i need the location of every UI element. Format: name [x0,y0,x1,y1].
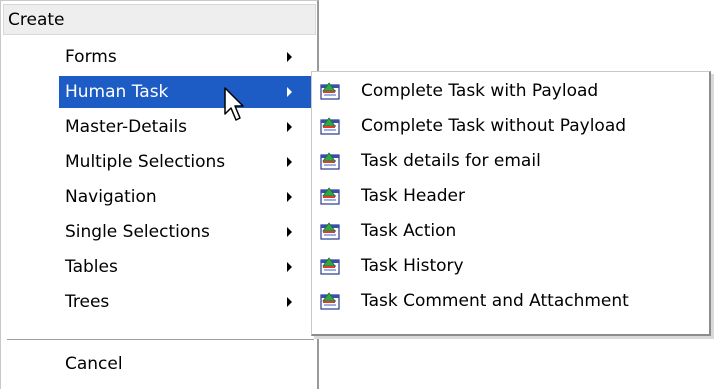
submenu-item-task-header[interactable]: Task Header [314,179,706,214]
menu-item-forms[interactable]: Forms [3,40,316,74]
menu-item-label: Cancel [65,354,123,374]
task-form-icon [320,82,340,100]
submenu-item-task-action[interactable]: Task Action [314,214,706,249]
task-form-icon [320,222,340,240]
submenu-item-label: Task details for email [361,151,541,171]
task-form-icon [320,257,340,275]
submenu-item-label: Complete Task without Payload [361,116,627,136]
human-task-submenu: Complete Task with Payload Complete Task… [311,71,711,336]
menu-item-human-task[interactable]: Human Task [3,75,316,109]
menu-header-label: Create [8,10,65,30]
menu-item-label: Human Task [65,82,169,102]
menu-item-label: Navigation [65,187,157,207]
menu-item-tables[interactable]: Tables [3,250,316,284]
menu-item-single-selections[interactable]: Single Selections [3,215,316,249]
submenu-item-label: Task Action [361,221,457,241]
menu-item-label: Master-Details [65,117,188,137]
submenu-arrow-icon [287,262,292,272]
menu-item-label: Single Selections [65,222,210,242]
menu-header: Create [3,4,316,35]
submenu-arrow-icon [287,87,292,97]
task-form-icon [320,117,340,135]
submenu-arrow-icon [287,157,292,167]
menu-item-cancel[interactable]: Cancel [3,347,316,381]
submenu-item-task-history[interactable]: Task History [314,249,706,284]
menu-item-label: Forms [65,47,117,67]
submenu-item-complete-task-without-payload[interactable]: Complete Task without Payload [314,109,706,144]
submenu-arrow-icon [287,122,292,132]
task-form-icon [320,187,340,205]
menu-separator [7,339,314,341]
task-form-icon [320,292,340,310]
submenu-arrow-icon [287,192,292,202]
menu-item-label: Tables [65,257,118,277]
submenu-item-task-comment-and-attachment[interactable]: Task Comment and Attachment [314,284,706,319]
submenu-arrow-icon [287,52,292,62]
mouse-pointer-icon [224,87,244,121]
submenu-item-label: Complete Task with Payload [361,81,599,101]
submenu-item-task-details-for-email[interactable]: Task details for email [314,144,706,179]
menu-item-multiple-selections[interactable]: Multiple Selections [3,145,316,179]
submenu-item-complete-task-with-payload[interactable]: Complete Task with Payload [314,74,706,109]
menu-item-navigation[interactable]: Navigation [3,180,316,214]
menu-item-label: Multiple Selections [65,152,226,172]
task-form-icon [320,152,340,170]
create-menu: Create Forms Human Task Master-Details M… [0,0,319,389]
menu-item-label: Trees [65,292,110,312]
submenu-item-label: Task Header [361,186,465,206]
submenu-arrow-icon [287,227,292,237]
menu-item-master-details[interactable]: Master-Details [3,110,316,144]
submenu-item-label: Task Comment and Attachment [361,291,629,311]
submenu-arrow-icon [287,297,292,307]
menu-item-trees[interactable]: Trees [3,285,316,319]
submenu-item-label: Task History [361,256,464,276]
